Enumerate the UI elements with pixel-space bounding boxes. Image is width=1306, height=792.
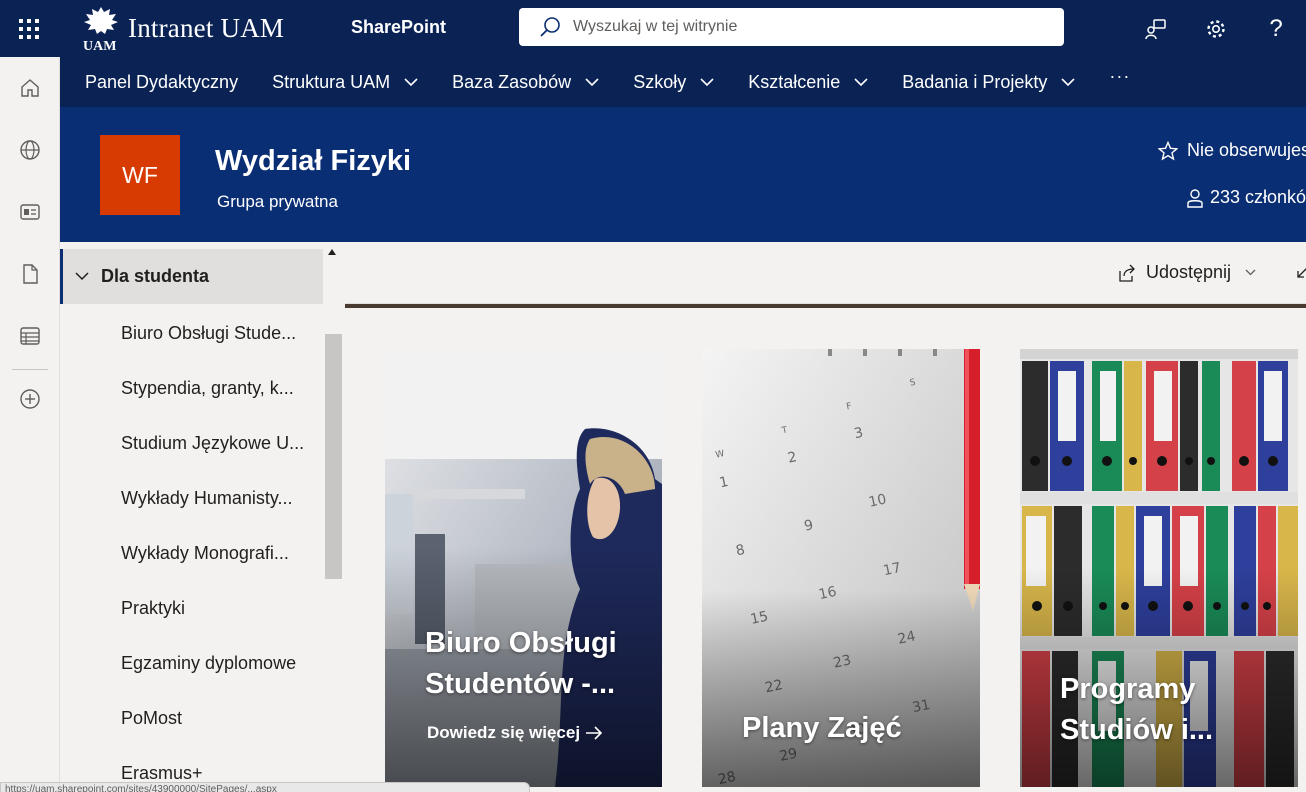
star-icon xyxy=(1158,140,1178,160)
document-icon[interactable] xyxy=(0,243,60,305)
hero-tile-plany[interactable]: WTFS 1 2 3 8 9 10 15 16 17 22 23 24 29 3… xyxy=(702,349,980,787)
scroll-up-arrow-icon[interactable] xyxy=(328,249,336,255)
nav-item-egzaminy[interactable]: Egzaminy dyplomowe xyxy=(121,653,296,674)
hub-navigation: Panel Dydaktyczny Struktura UAM Baza Zas… xyxy=(60,57,1306,107)
nav-struktura-uam[interactable]: Struktura UAM xyxy=(272,72,418,93)
hero-tile-programy[interactable]: Programy Studiów i... xyxy=(1020,349,1298,787)
suite-bar: UAM Intranet UAM SharePoint ? xyxy=(0,0,1306,57)
tile-title-line: Studentów -... xyxy=(425,668,616,700)
nav-label: Panel Dydaktyczny xyxy=(85,71,239,92)
chevron-down-icon xyxy=(1061,77,1075,86)
share-button[interactable]: Udostępnij xyxy=(1117,262,1256,283)
app-name[interactable]: SharePoint xyxy=(351,17,446,38)
quick-launch: Dla studenta Biuro Obsługi Stude... Styp… xyxy=(60,242,345,792)
site-title[interactable]: Wydział Fizyki xyxy=(215,145,411,178)
search-box[interactable] xyxy=(519,8,1064,46)
nav-item-erasmus[interactable]: Erasmus+ xyxy=(121,763,203,784)
status-bar-url: https://uam.sharepoint.com/sites/4390000… xyxy=(0,782,530,792)
tile-title: Biuro Obsługi Studentów -... xyxy=(425,623,617,705)
learn-more-label: Dowiedz się więcej xyxy=(427,723,581,742)
share-icon xyxy=(1119,264,1135,282)
chevron-down-icon xyxy=(585,77,599,86)
collapse-icon[interactable] xyxy=(1295,266,1306,280)
hero-tile-biuro[interactable]: Biuro Obsługi Studentów -... Dowiedz się… xyxy=(385,349,662,787)
person-icon xyxy=(1187,188,1203,208)
office-photo xyxy=(385,349,662,787)
chevron-down-icon xyxy=(75,272,89,281)
site-logo[interactable]: WF xyxy=(100,135,180,215)
scrollbar[interactable] xyxy=(324,242,345,792)
arrow-right-icon xyxy=(586,726,603,740)
tile-title-line: Programy xyxy=(1060,673,1196,705)
brand-logo[interactable]: UAM Intranet UAM xyxy=(80,4,284,52)
nav-group-label: Dla studenta xyxy=(101,266,210,286)
tile-title-line: Biuro Obsługi xyxy=(425,627,617,659)
tile-title: Programy Studiów i... xyxy=(1060,669,1213,751)
news-icon[interactable] xyxy=(0,181,60,243)
svg-text:UAM: UAM xyxy=(83,39,116,52)
site-privacy: Grupa prywatna xyxy=(217,192,338,211)
tile-title: Plany Zajęć xyxy=(742,708,902,749)
command-bar: Udostępnij xyxy=(345,242,1306,304)
nav-label: Struktura UAM xyxy=(272,71,391,92)
nav-badania-i-projekty[interactable]: Badania i Projekty xyxy=(902,72,1075,93)
scrollbar-thumb[interactable] xyxy=(325,334,342,579)
settings-icon[interactable] xyxy=(1186,0,1246,57)
follow-button[interactable]: Nie obserwujesz xyxy=(1158,140,1306,161)
uam-eagle-icon: UAM xyxy=(83,7,118,52)
nav-item-wyklady-monograficzne[interactable]: Wykłady Monografi... xyxy=(121,543,289,564)
help-icon[interactable]: ? xyxy=(1246,0,1306,57)
create-icon[interactable] xyxy=(0,374,60,424)
nav-item-studium-jezykowe[interactable]: Studium Językowe U... xyxy=(121,433,304,454)
waffle-icon[interactable] xyxy=(0,0,57,57)
divider xyxy=(11,369,48,370)
brand-name: Intranet UAM xyxy=(128,12,285,43)
nav-label: Szkoły xyxy=(633,71,687,92)
nav-ksztalcenie[interactable]: Kształcenie xyxy=(748,72,868,93)
nav-panel-dydaktyczny[interactable]: Panel Dydaktyczny xyxy=(85,72,238,93)
chevron-down-icon xyxy=(404,77,418,86)
app-bar xyxy=(0,57,60,792)
search-input[interactable] xyxy=(573,18,1033,36)
tile-title-line: Studiów i... xyxy=(1060,714,1214,746)
nav-item-pomost[interactable]: PoMost xyxy=(121,708,182,729)
learn-more-link[interactable]: Dowiedz się więcej xyxy=(427,723,603,743)
chevron-down-icon xyxy=(1245,269,1256,276)
nav-baza-zasobow[interactable]: Baza Zasobów xyxy=(452,72,599,93)
chevron-down-icon xyxy=(700,77,714,86)
globe-icon[interactable] xyxy=(0,119,60,181)
nav-label: Kształcenie xyxy=(748,71,841,92)
search-icon xyxy=(540,17,560,37)
more-icon[interactable]: ··· xyxy=(1109,66,1130,87)
feedback-icon[interactable] xyxy=(1126,0,1186,57)
home-icon[interactable] xyxy=(0,57,60,119)
nav-item-praktyki[interactable]: Praktyki xyxy=(121,598,185,619)
nav-szkoly[interactable]: Szkoły xyxy=(633,72,714,93)
nav-item-stypendia[interactable]: Stypendia, granty, k... xyxy=(121,378,294,399)
members-label: 233 członków xyxy=(1210,187,1306,207)
tile-title-line: Plany Zajęć xyxy=(742,712,902,744)
follow-label: Nie obserwujesz xyxy=(1187,140,1306,160)
nav-label: Baza Zasobów xyxy=(452,71,572,92)
members-button[interactable]: 233 członków xyxy=(1186,187,1306,208)
nav-item-wyklady-humanistyczne[interactable]: Wykłady Humanisty... xyxy=(121,488,293,509)
list-icon[interactable] xyxy=(0,305,60,367)
nav-item-biuro[interactable]: Biuro Obsługi Stude... xyxy=(121,323,296,344)
chevron-down-icon xyxy=(854,77,868,86)
nav-group-dla-studenta[interactable]: Dla studenta xyxy=(60,249,323,304)
share-label: Udostępnij xyxy=(1146,262,1232,282)
nav-label: Badania i Projekty xyxy=(902,71,1048,92)
site-header: WF Wydział Fizyki Grupa prywatna Nie obs… xyxy=(60,107,1306,242)
